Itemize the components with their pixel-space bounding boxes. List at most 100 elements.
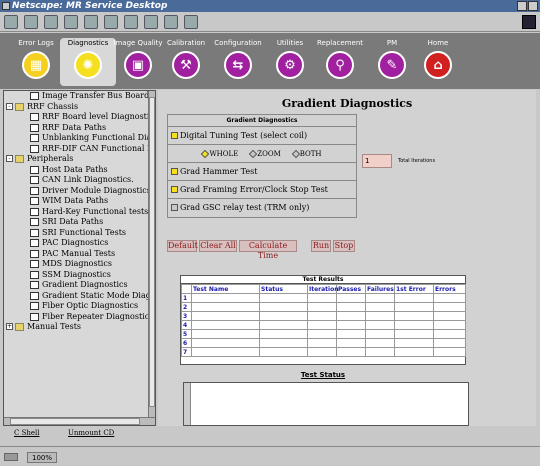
grad-framing-test-row[interactable]: Grad Framing Error/Clock Stop Test xyxy=(168,181,356,199)
print-icon[interactable] xyxy=(124,14,138,29)
sidebar-horizontal-scrollbar[interactable] xyxy=(4,417,155,425)
tree-folder[interactable]: - Peripherals xyxy=(4,154,150,165)
results-cell xyxy=(394,320,434,330)
calibration-icon[interactable]: ⚒ xyxy=(172,51,200,79)
table-row[interactable]: 7 xyxy=(181,347,466,357)
maximize-icon[interactable] xyxy=(528,1,538,11)
nav-utilities-button[interactable]: Utilities ⚙ xyxy=(262,38,318,86)
search-icon[interactable] xyxy=(84,14,98,29)
stop-button[interactable]: Stop xyxy=(333,240,355,252)
netscape-logo-icon xyxy=(522,15,536,29)
table-row[interactable]: 5 xyxy=(181,329,466,339)
collapse-icon[interactable]: - xyxy=(6,102,13,110)
expand-icon[interactable]: + xyxy=(6,323,13,330)
tree-item[interactable]: RRF Data Paths xyxy=(4,123,150,134)
coil-option-both[interactable]: BOTH xyxy=(291,145,322,162)
coil-option-whole[interactable]: WHOLE xyxy=(201,145,238,162)
table-row[interactable]: 1 xyxy=(181,293,466,303)
home-icon[interactable]: ⌂ xyxy=(424,51,452,79)
status-scrollbar[interactable] xyxy=(184,383,191,425)
document-icon xyxy=(30,291,39,300)
results-cell xyxy=(394,311,434,321)
minimize-icon[interactable] xyxy=(517,1,527,11)
browser-statusbar: 100% xyxy=(0,446,540,466)
nav-calibration-button[interactable]: Calibration ⚒ xyxy=(158,38,214,86)
tree-item[interactable]: Fiber Repeater Diagnostics xyxy=(4,312,150,323)
total-iterations-input[interactable]: 1 xyxy=(362,154,392,168)
forward-icon[interactable] xyxy=(24,14,38,29)
pm-icon[interactable]: ✎ xyxy=(378,51,406,79)
grad-gsc-test-row[interactable]: Grad GSC relay test (TRM only) xyxy=(168,199,356,217)
nav-error-logs-button[interactable]: Error Logs ▦ xyxy=(8,38,64,86)
default-button[interactable]: Default xyxy=(167,240,198,252)
nav-configuration-button[interactable]: Configuration ⇆ xyxy=(210,38,266,86)
unmount-cd-link[interactable]: Unmount CD xyxy=(68,428,114,439)
grad-framing-checkbox[interactable] xyxy=(171,186,178,193)
coil-selection-row: WHOLE ZOOM BOTH xyxy=(168,145,356,163)
tree-item[interactable]: Gradient Diagnostics xyxy=(4,280,150,291)
table-row[interactable]: 2 xyxy=(181,302,466,312)
utilities-icon[interactable]: ⚙ xyxy=(276,51,304,79)
radio-whole[interactable] xyxy=(201,149,210,158)
collapse-icon[interactable]: - xyxy=(6,155,13,162)
tree-item[interactable]: Image Transfer Bus Board Leve xyxy=(4,91,150,102)
grad-gsc-checkbox[interactable] xyxy=(171,204,178,211)
table-row[interactable]: 6 xyxy=(181,338,466,348)
results-column-header: Test Name xyxy=(191,284,260,294)
stop-icon[interactable] xyxy=(164,14,178,29)
results-cell xyxy=(365,311,395,321)
digital-tuning-checkbox[interactable] xyxy=(171,132,178,139)
cshell-link[interactable]: C Shell xyxy=(14,428,40,439)
tree-item[interactable]: Unblanking Functional Diagnos xyxy=(4,133,150,144)
tree-item[interactable]: Fiber Optic Diagnostics xyxy=(4,301,150,312)
bookmarks-icon[interactable] xyxy=(104,14,118,29)
tree-item[interactable]: Gradient Static Mode Diagnosti xyxy=(4,291,150,302)
tree-item[interactable]: Host Data Paths xyxy=(4,165,150,176)
tree-folder[interactable]: + Manual Tests xyxy=(4,322,150,333)
reload-icon[interactable] xyxy=(44,14,58,29)
nav-replacement-button[interactable]: Replacement ⚲ xyxy=(312,38,368,86)
window-menu-icon[interactable] xyxy=(2,2,10,10)
tree-item[interactable]: MDS Diagnostics xyxy=(4,259,150,270)
home-nav-icon[interactable] xyxy=(64,14,78,29)
tree-item[interactable]: RRF-DIF CAN Functional Dia xyxy=(4,144,150,155)
back-icon[interactable] xyxy=(4,14,18,29)
shop-icon[interactable] xyxy=(184,14,198,29)
replacement-icon[interactable]: ⚲ xyxy=(326,51,354,79)
table-row[interactable]: 4 xyxy=(181,320,466,330)
configuration-icon[interactable]: ⇆ xyxy=(224,51,252,79)
radio-both[interactable] xyxy=(291,149,300,158)
tree-item[interactable]: PAC Diagnostics xyxy=(4,238,150,249)
results-cell xyxy=(394,347,434,357)
diagnostics-icon[interactable]: ✺ xyxy=(74,51,102,79)
sidebar-vertical-scrollbar[interactable] xyxy=(148,91,155,417)
grad-framing-label: Grad Framing Error/Clock Stop Test xyxy=(180,185,328,194)
grid-icon[interactable]: ▦ xyxy=(22,51,50,79)
tree-item[interactable]: SRI Data Paths xyxy=(4,217,150,228)
tree-folder[interactable]: - RRF Chassis xyxy=(4,102,150,113)
radio-zoom[interactable] xyxy=(248,149,258,158)
image-quality-icon-glyph: ▣ xyxy=(131,57,145,73)
security-icon[interactable] xyxy=(144,14,158,29)
table-row[interactable]: 3 xyxy=(181,311,466,321)
tree-item[interactable]: Driver Module Diagnostics. xyxy=(4,186,150,197)
tree-item[interactable]: WIM Data Paths xyxy=(4,196,150,207)
nav-diagnostics-button[interactable]: Diagnostics ✺ xyxy=(60,38,116,86)
tree-item[interactable]: CAN Link Diagnostics. xyxy=(4,175,150,186)
coil-option-zoom[interactable]: ZOOM xyxy=(248,145,281,162)
tree-item[interactable]: RRF Board level Diagnostics xyxy=(4,112,150,123)
digital-tuning-test-row[interactable]: Digital Tuning Test (select coil) xyxy=(168,127,356,145)
grad-hammer-test-row[interactable]: Grad Hammer Test xyxy=(168,163,356,181)
tree-item[interactable]: PAC Manual Tests xyxy=(4,249,150,260)
image-quality-icon[interactable]: ▣ xyxy=(124,51,152,79)
tree-item[interactable]: Hard-Key Functional tests xyxy=(4,207,150,218)
nav-home-button[interactable]: Home ⌂ xyxy=(410,38,466,86)
tree-item[interactable]: SSM Diagnostics xyxy=(4,270,150,281)
document-icon xyxy=(30,270,39,279)
tree-item[interactable]: SRI Functional Tests xyxy=(4,228,150,239)
tree-item-label: CAN Link Diagnostics. xyxy=(42,175,134,184)
calculate-time-button[interactable]: Calculate Time xyxy=(239,240,297,260)
clear-all-button[interactable]: Clear All xyxy=(199,240,237,252)
grad-hammer-checkbox[interactable] xyxy=(171,168,178,175)
run-button[interactable]: Run xyxy=(311,240,331,252)
